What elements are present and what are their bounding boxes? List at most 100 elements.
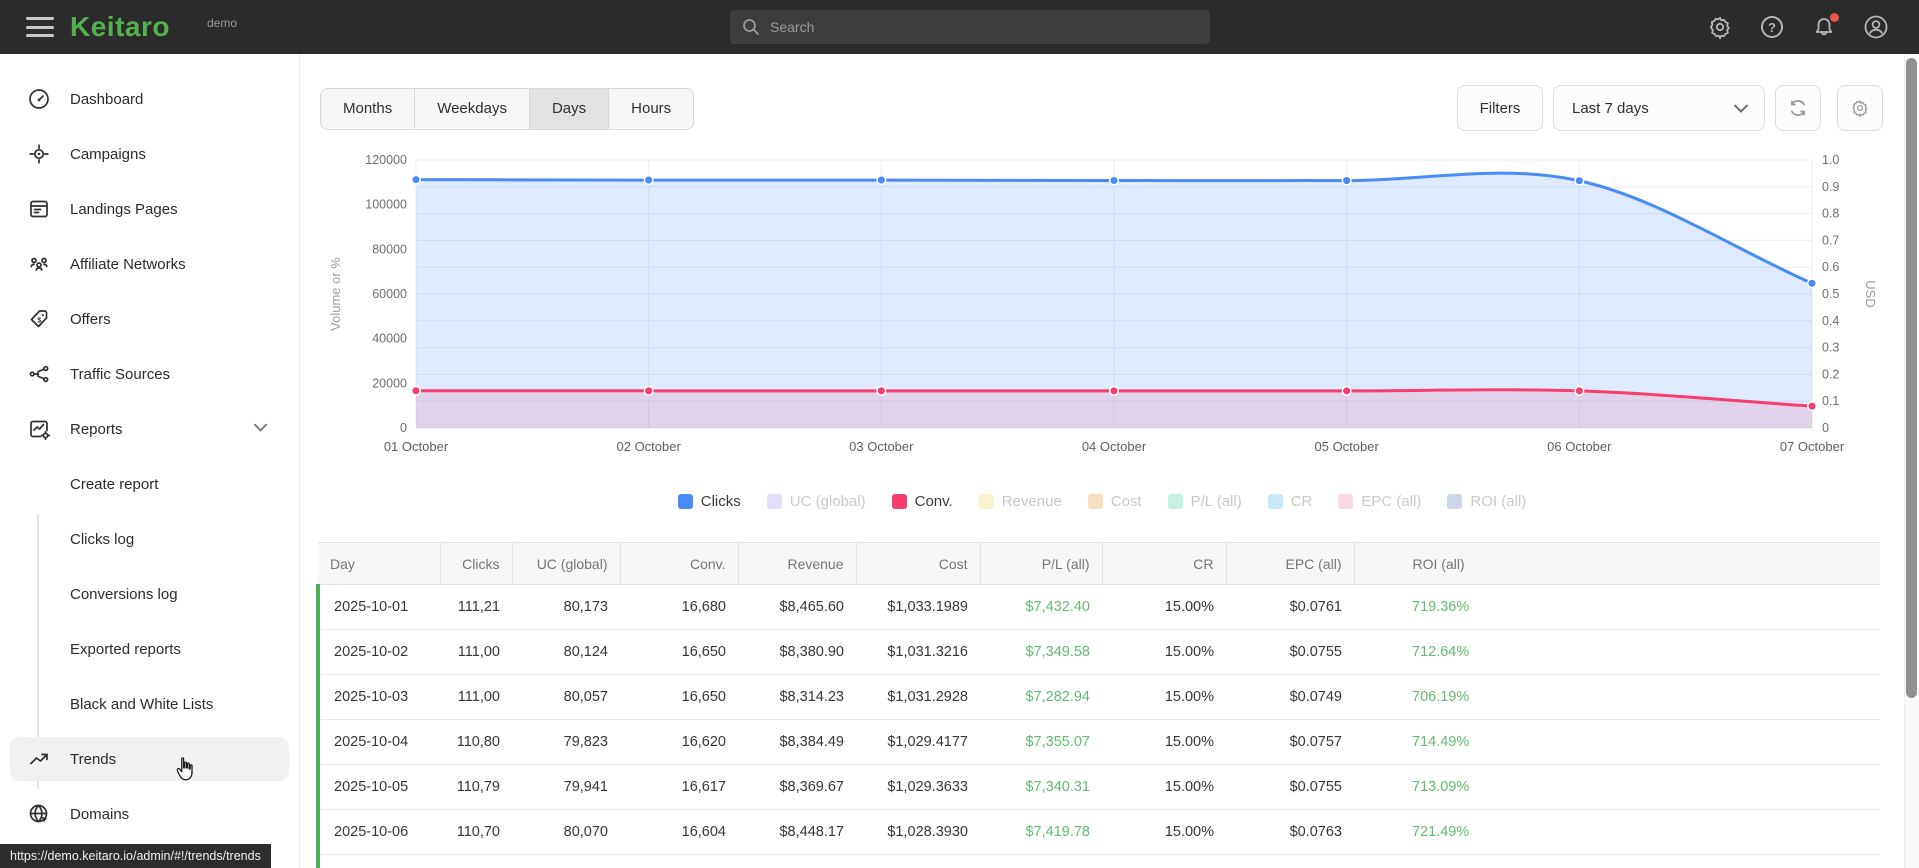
column-header-clicks[interactable]: Clicks bbox=[440, 542, 513, 585]
cell-cr: 15.00% bbox=[1102, 719, 1226, 765]
table-row[interactable]: 2025-10-02 111,00 80,124 16,650 $8,380.90 $1,… bbox=[316, 629, 1880, 675]
link-preview-statusbar: https://demo.keitaro.io/admin/#!/trends/… bbox=[0, 844, 271, 868]
legend-item-roi-all-[interactable]: ROI (all) bbox=[1447, 493, 1526, 510]
sidebar-item-traffic-sources[interactable]: Traffic Sources bbox=[10, 352, 289, 396]
table-row[interactable]: 2025-10-01 111,21 80,173 16,680 $8,465.60 $1,… bbox=[316, 584, 1880, 630]
column-header-cr[interactable]: CR bbox=[1102, 542, 1227, 585]
sidebar-item-reports[interactable]: Reports bbox=[10, 407, 289, 451]
column-header-p-l-all-[interactable]: P/L (all) bbox=[980, 542, 1103, 585]
legend-item-uc-global-[interactable]: UC (global) bbox=[766, 492, 866, 510]
tab-hours[interactable]: Hours bbox=[608, 89, 693, 129]
sidebar-item-offers[interactable]: $ Offers bbox=[10, 297, 289, 341]
sidebar-item-landings-pages[interactable]: Landings Pages bbox=[10, 187, 289, 231]
sidebar-item-trends[interactable]: Trends bbox=[10, 737, 289, 781]
cell-roi-all-: 721.49% bbox=[1354, 809, 1880, 855]
cell-revenue: $8,448.17 bbox=[738, 809, 856, 855]
legend-label: EPC (all) bbox=[1361, 492, 1422, 510]
legend-label: P/L (all) bbox=[1190, 492, 1242, 510]
date-range-select[interactable]: Last 7 days bbox=[1553, 85, 1765, 131]
page-scrollbar[interactable] bbox=[1904, 54, 1919, 868]
svg-text:03 October: 03 October bbox=[849, 439, 914, 454]
cell-roi-all-: 713.09% bbox=[1354, 764, 1880, 810]
landings-icon bbox=[30, 200, 48, 218]
legend-item-cost[interactable]: Cost bbox=[1087, 493, 1142, 510]
sidebar-item-label: Conversions log bbox=[70, 585, 178, 603]
sidebar-item-dashboard[interactable]: Dashboard bbox=[10, 77, 289, 121]
legend-label: UC (global) bbox=[789, 492, 866, 510]
column-header-roi-all-[interactable]: ROI (all) bbox=[1354, 542, 1880, 585]
legend-item-clicks[interactable]: Clicks bbox=[677, 493, 741, 510]
tab-days[interactable]: Days bbox=[528, 89, 609, 129]
sidebar-item-campaigns[interactable]: Campaigns bbox=[10, 132, 289, 176]
legend-swatch bbox=[1167, 493, 1183, 509]
sidebar-item-create-report[interactable]: Create report bbox=[10, 462, 289, 506]
search-input[interactable] bbox=[770, 19, 1198, 35]
notifications-bell-icon[interactable] bbox=[1811, 13, 1839, 40]
cell-conv-: 8,448 bbox=[620, 854, 738, 868]
sidebar-item-label: Trends bbox=[70, 750, 117, 768]
sidebar-item-label: Black and White Lists bbox=[70, 695, 214, 713]
cell-day: 2025-10-04 bbox=[316, 719, 440, 765]
trends-line-chart[interactable]: 0 0.1 0.2 0.3 0.4 0.5 0.6 0.7 0.8 0.9 1.0 01 Octobe… bbox=[300, 130, 1919, 475]
sidebar-item-black-and-white-lists[interactable]: Black and White Lists bbox=[10, 682, 289, 726]
svg-text:0.4: 0.4 bbox=[1822, 314, 1839, 328]
cell-revenue: $8,384.49 bbox=[738, 719, 856, 765]
sidebar-item-label: Clicks log bbox=[70, 530, 135, 548]
refresh-button[interactable] bbox=[1775, 85, 1821, 131]
cell-uc-global-: 79,941 bbox=[512, 764, 620, 810]
chart-legend: Clicks UC (global) Conv. Revenue Cost P/L (al… bbox=[300, 486, 1904, 516]
tab-months[interactable]: Months bbox=[321, 89, 414, 129]
help-icon[interactable]: ? bbox=[1759, 14, 1785, 40]
cell-day: 2025-10-02 bbox=[316, 629, 440, 675]
filters-button[interactable]: Filters bbox=[1457, 85, 1543, 131]
trends-icon bbox=[30, 753, 48, 765]
brand-logo[interactable]: Keitaro bbox=[70, 11, 170, 43]
chevron-down-icon bbox=[254, 423, 267, 432]
table-row[interactable]: 2025-10-04 110,80 79,823 16,620 $8,384.49 $1,… bbox=[316, 719, 1880, 765]
legend-item-conv-[interactable]: Conv. bbox=[891, 493, 953, 510]
table-row[interactable]: 2025-10-05 110,79 79,941 16,617 $8,369.67 $1,… bbox=[316, 764, 1880, 810]
cell-revenue: $8,369.67 bbox=[738, 764, 856, 810]
legend-item-epc-all-[interactable]: EPC (all) bbox=[1338, 493, 1421, 510]
svg-text:05 October: 05 October bbox=[1315, 439, 1380, 454]
column-header-cost[interactable]: Cost bbox=[856, 542, 981, 585]
sidebar-item-affiliate-networks[interactable]: Affiliate Networks bbox=[10, 242, 289, 286]
legend-item-revenue[interactable]: Revenue bbox=[978, 493, 1062, 510]
hamburger-menu-icon[interactable] bbox=[26, 17, 54, 37]
sidebar-item-conversions-log[interactable]: Conversions log bbox=[10, 572, 289, 616]
svg-text:20000: 20000 bbox=[372, 376, 407, 390]
cell-cr: 15.00% bbox=[1102, 584, 1226, 630]
cell-cr: 15.00% bbox=[1102, 629, 1226, 675]
cell-epc-all-: $0.0761 bbox=[1226, 584, 1354, 630]
column-header-day[interactable]: Day bbox=[318, 542, 441, 585]
column-header-revenue[interactable]: Revenue bbox=[738, 542, 857, 585]
cell-clicks: 111,00 bbox=[440, 674, 512, 720]
table-row[interactable]: 2025-10-03 111,00 80,057 16,650 $8,314.23 $1,… bbox=[316, 674, 1880, 720]
legend-item-cr[interactable]: CR bbox=[1267, 493, 1312, 510]
scrollbar-thumb[interactable] bbox=[1906, 58, 1917, 698]
cell-revenue: $4,290.04 bbox=[738, 854, 856, 868]
table-row[interactable]: 2025-10-06 110,70 80,070 16,604 $8,448.17 $1,… bbox=[316, 809, 1880, 855]
sidebar-item-exported-reports[interactable]: Exported reports bbox=[10, 627, 289, 671]
settings-gear-icon[interactable] bbox=[1707, 14, 1733, 40]
cell-cost: $1,033.1989 bbox=[856, 584, 980, 630]
sidebar-item-domains[interactable]: Domains bbox=[10, 792, 289, 836]
sidebar-item-label: Traffic Sources bbox=[70, 365, 171, 383]
legend-item-p-l-all-[interactable]: P/L (all) bbox=[1167, 492, 1242, 510]
sidebar-item-label: Reports bbox=[70, 420, 123, 438]
column-header-uc-global-[interactable]: UC (global) bbox=[512, 542, 621, 585]
svg-text:60000: 60000 bbox=[372, 287, 407, 301]
table-row[interactable]: 2025-10-0744,4841,4578,448$4,290.04$737.… bbox=[316, 854, 1880, 868]
sidebar-item-clicks-log[interactable]: Clicks log bbox=[10, 517, 289, 561]
cell-day: 2025-10-06 bbox=[316, 809, 440, 855]
chart-settings-button[interactable] bbox=[1837, 85, 1883, 131]
account-icon[interactable] bbox=[1863, 14, 1889, 40]
column-header-epc-all-[interactable]: EPC (all) bbox=[1226, 542, 1355, 585]
global-search[interactable] bbox=[730, 10, 1210, 44]
cell-cost: $1,031.2928 bbox=[856, 674, 980, 720]
cell-cr: 15.00% bbox=[1102, 809, 1226, 855]
tab-weekdays[interactable]: Weekdays bbox=[414, 89, 529, 129]
column-header-conv-[interactable]: Conv. bbox=[620, 542, 739, 585]
keitaro-app: { "topbar": { "brand": "Keitaro", "brand… bbox=[0, 0, 1919, 868]
svg-text:0.5: 0.5 bbox=[1822, 287, 1839, 301]
